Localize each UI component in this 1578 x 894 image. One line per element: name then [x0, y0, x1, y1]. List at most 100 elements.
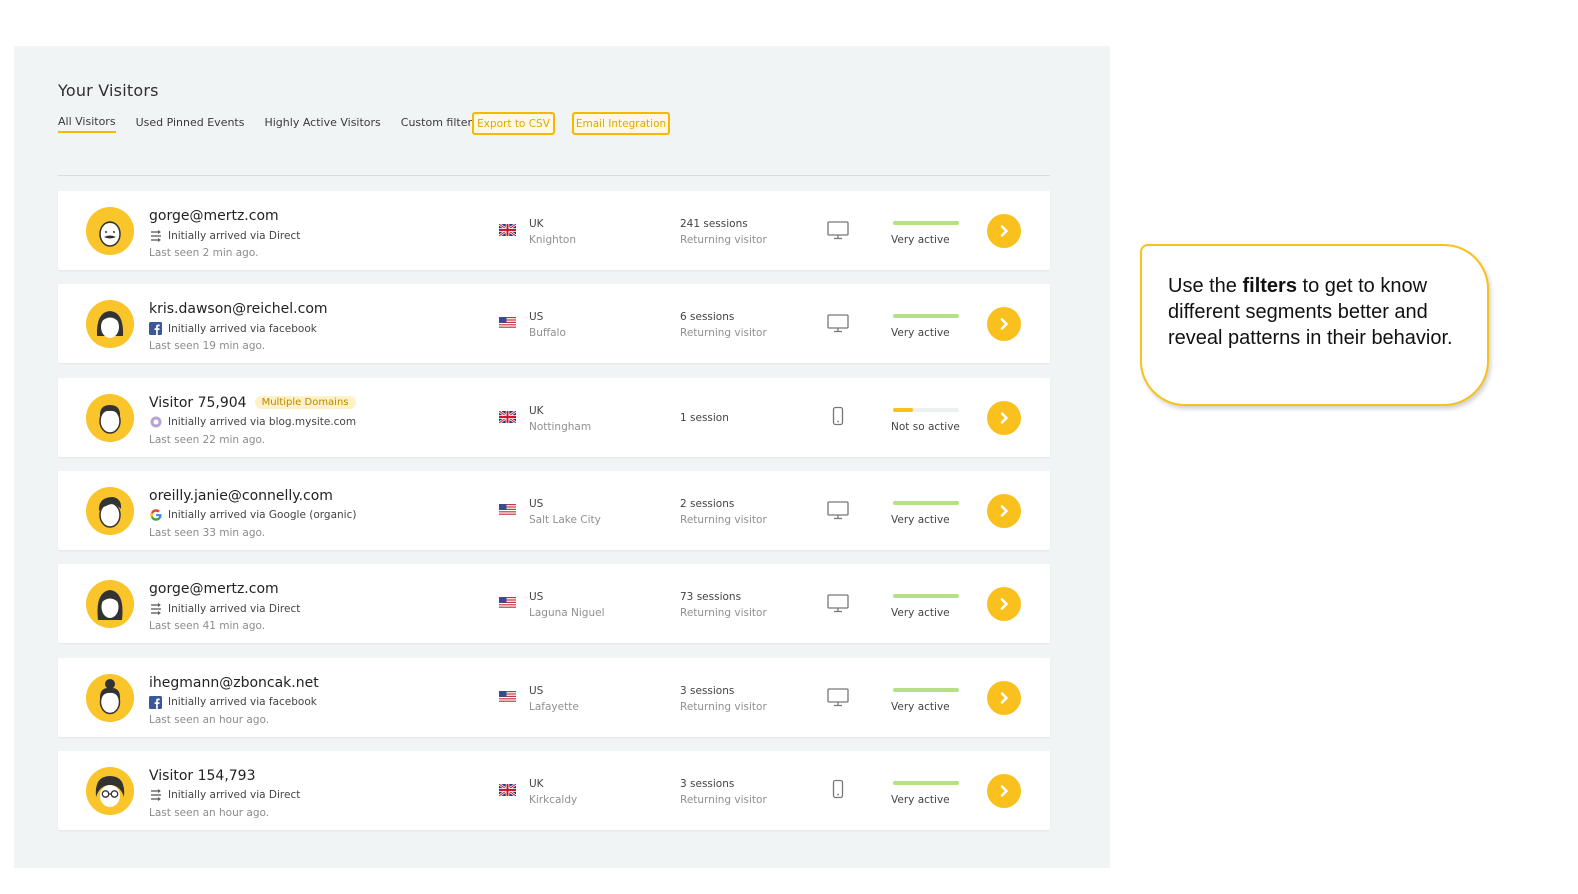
arrival-source: Initially arrived via facebook — [149, 695, 317, 709]
tab-all-visitors[interactable]: All Visitors — [58, 115, 116, 133]
chevron-right-icon — [997, 411, 1011, 425]
activity-label: Very active — [891, 700, 950, 713]
visitor-name[interactable]: Visitor 75,904 Multiple Domains — [149, 395, 356, 411]
avatar — [86, 673, 134, 722]
activity-bar-fill — [893, 314, 959, 319]
google-icon — [149, 509, 162, 522]
visitor-name[interactable]: ihegmann@zboncak.net — [149, 675, 319, 691]
country: US — [529, 311, 544, 324]
activity-label: Very active — [891, 607, 950, 620]
activity-label: Not so active — [891, 420, 960, 433]
export-csv-button[interactable]: Export to CSV — [472, 112, 555, 135]
activity-bar — [893, 407, 959, 412]
arrival-source-text: Initially arrived via Direct — [168, 602, 301, 615]
desktop-icon — [826, 312, 850, 334]
uk-flag-icon — [499, 410, 516, 423]
visitor-name-text: oreilly.janie@connelly.com — [149, 487, 333, 504]
city: Knighton — [529, 234, 576, 246]
city: Laguna Niguel — [529, 607, 605, 620]
arrival-source: Initially arrived via Direct — [149, 229, 300, 242]
country: UK — [529, 777, 544, 790]
facebook-icon — [149, 322, 162, 336]
desktop-icon — [826, 499, 850, 521]
avatar — [86, 300, 134, 349]
visitor-name-text: ihegmann@zboncak.net — [149, 674, 319, 691]
visitor-row[interactable]: gorge@mertz.com Initially arrived via Dir… — [58, 191, 1050, 270]
activity-label: Very active — [891, 234, 950, 246]
last-seen: Last seen 2 min ago. — [149, 247, 259, 259]
activity-bar — [893, 314, 959, 319]
chevron-right-icon — [997, 224, 1011, 238]
session-count: 73 sessions — [680, 591, 742, 604]
view-visitor-button[interactable] — [987, 587, 1021, 622]
avatar — [86, 766, 134, 815]
tab-used-pinned-events[interactable]: Used Pinned Events — [136, 116, 245, 132]
page-title: Your Visitors — [58, 81, 159, 100]
visitor-row[interactable]: kris.dawson@reichel.com Initially arrived… — [58, 284, 1050, 364]
activity-bar-fill — [893, 687, 959, 692]
visitor-row[interactable]: Visitor 154,793 Initially arrived via Dir… — [58, 750, 1050, 830]
uk-flag-icon — [499, 224, 516, 236]
avatar — [86, 580, 134, 629]
city: Kirkcaldy — [529, 793, 578, 806]
last-seen: Last seen 22 min ago. — [149, 433, 266, 446]
visitor-name[interactable]: gorge@mertz.com — [149, 208, 279, 224]
chevron-right-icon — [997, 504, 1011, 518]
us-flag-icon — [499, 597, 516, 610]
filter-tabs: All Visitors Used Pinned Events Highly A… — [58, 114, 511, 134]
visitor-name[interactable]: kris.dawson@reichel.com — [149, 301, 328, 317]
session-count: 1 session — [680, 411, 729, 424]
visitor-name[interactable]: gorge@mertz.com — [149, 581, 279, 597]
view-visitor-button[interactable] — [987, 680, 1021, 715]
visitor-row[interactable]: gorge@mertz.com Initially arrived via Dir… — [58, 564, 1050, 644]
activity-bar — [893, 500, 959, 505]
mobile-icon — [826, 779, 850, 801]
view-visitor-button[interactable] — [987, 307, 1021, 342]
referrer-icon — [149, 416, 162, 429]
returning-visitor: Returning visitor — [680, 327, 767, 340]
visitor-name-text: gorge@mertz.com — [149, 581, 279, 598]
visitor-row[interactable]: ihegmann@zboncak.net Initially arrived vi… — [58, 657, 1050, 737]
arrival-source: Initially arrived via Direct — [149, 789, 300, 802]
chevron-right-icon — [997, 317, 1011, 331]
returning-visitor: Returning visitor — [680, 700, 767, 713]
callout-text-bold: filters — [1242, 275, 1297, 297]
us-flag-icon — [499, 690, 516, 703]
desktop-icon — [826, 592, 850, 614]
visitor-name[interactable]: oreilly.janie@connelly.com — [149, 488, 333, 504]
callout-text-start: Use the — [1168, 275, 1243, 297]
divider — [58, 175, 1050, 176]
view-visitor-button[interactable] — [987, 214, 1021, 248]
activity-bar — [893, 687, 959, 692]
activity-bar-fill — [893, 407, 913, 412]
arrival-source-text: Initially arrived via facebook — [168, 696, 317, 708]
activity-bar-fill — [893, 500, 959, 505]
tab-highly-active-visitors[interactable]: Highly Active Visitors — [264, 116, 380, 132]
activity-bar — [893, 780, 959, 785]
desktop-icon — [826, 686, 850, 708]
view-visitor-button[interactable] — [987, 773, 1021, 808]
tooltip-callout: Use the filters to get to know different… — [1140, 244, 1489, 406]
visitor-row[interactable]: Visitor 75,904 Multiple Domains Initially … — [58, 377, 1050, 457]
desktop-icon — [826, 219, 850, 241]
avatar — [86, 486, 134, 535]
last-seen: Last seen an hour ago. — [149, 806, 270, 819]
session-count: 3 sessions — [680, 684, 735, 697]
arrival-source-text: Initially arrived via Google (organic) — [168, 509, 357, 522]
visitor-name[interactable]: Visitor 154,793 — [149, 768, 256, 784]
visitor-row[interactable]: oreilly.janie@connelly.com Initially arri… — [58, 470, 1050, 550]
uk-flag-icon — [499, 783, 516, 796]
avatar — [86, 207, 134, 255]
activity-bar-fill — [893, 780, 959, 785]
custom-filters-label: Custom filters — [400, 116, 478, 129]
activity-label: Very active — [891, 513, 950, 526]
country: US — [529, 684, 544, 697]
view-visitor-button[interactable] — [987, 400, 1021, 435]
direct-icon — [149, 229, 162, 242]
returning-visitor: Returning visitor — [680, 513, 767, 526]
email-integration-button[interactable]: Email Integration — [572, 112, 670, 135]
direct-icon — [149, 789, 162, 802]
returning-visitor: Returning visitor — [680, 234, 767, 246]
last-seen: Last seen 41 min ago. — [149, 620, 266, 633]
view-visitor-button[interactable] — [987, 493, 1021, 528]
